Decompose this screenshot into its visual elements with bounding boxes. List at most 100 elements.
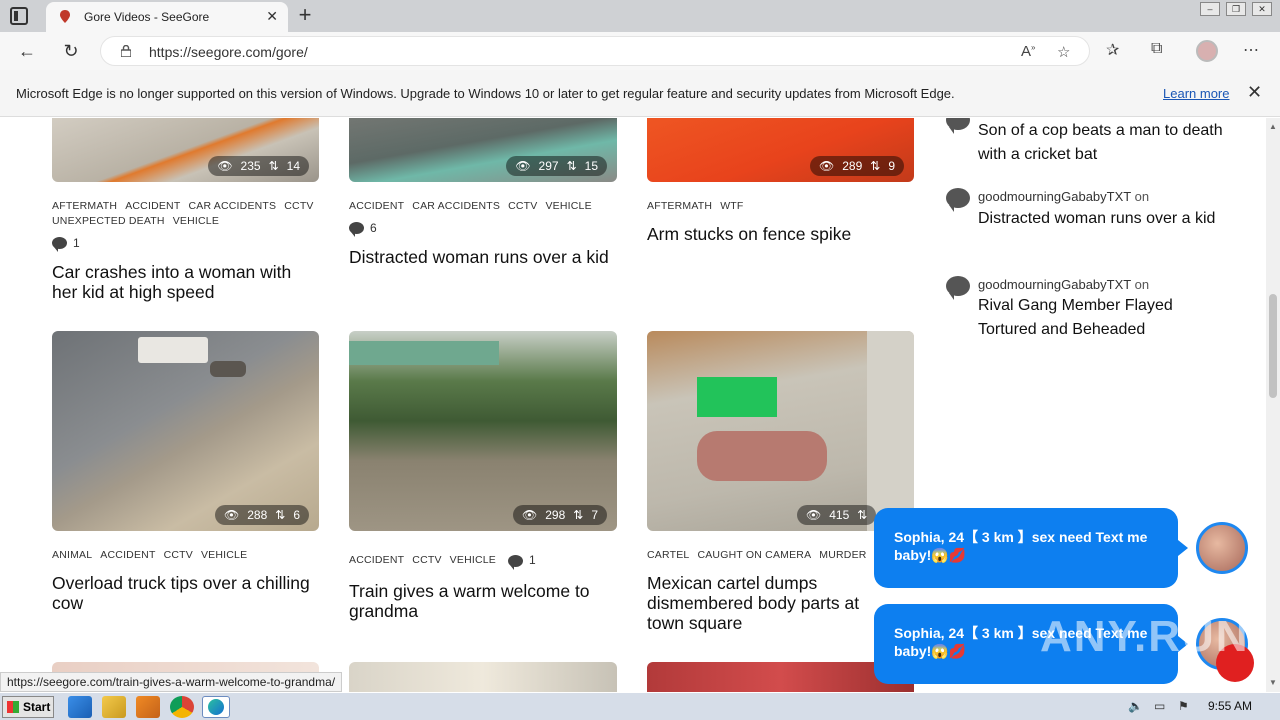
share-icon: ⇅ [870, 159, 881, 173]
close-infobar-icon[interactable]: ✕ [1247, 82, 1262, 103]
close-tab-icon[interactable]: ✕ [266, 8, 278, 25]
infobar-message: Microsoft Edge is no longer supported on… [16, 86, 955, 101]
tab-title: Gore Videos - SeeGore [84, 10, 210, 24]
share-icon: ⇅ [566, 159, 577, 173]
post-title[interactable]: Car crashes into a woman with her kid at… [52, 262, 317, 302]
post-thumbnail[interactable]: 👁 415 ⇅ [647, 331, 914, 531]
edge-icon[interactable] [202, 696, 230, 718]
back-icon[interactable]: ← [16, 40, 38, 62]
share-icon: ⇅ [275, 508, 286, 522]
chat-avatar[interactable] [1196, 522, 1248, 574]
post-thumbnail[interactable] [349, 662, 617, 692]
eye-icon: 👁 [521, 508, 538, 522]
post-thumbnail[interactable]: 👁 297 ⇅ 15 [349, 118, 617, 182]
comment-count[interactable]: 6 [349, 221, 377, 237]
green-object-shape [697, 377, 777, 417]
ie-icon[interactable] [68, 696, 92, 718]
sidebar-comment-user: goodmourningGababyTXT on [978, 277, 1150, 292]
profile-avatar[interactable] [1196, 40, 1218, 62]
truck-shape [138, 337, 208, 363]
post-stats: 👁 297 ⇅ 15 [506, 156, 607, 176]
more-menu-icon[interactable]: ⋯ [1243, 40, 1259, 60]
flag-icon[interactable]: ⚑ [1178, 699, 1189, 713]
status-url: https://seegore.com/train-gives-a-warm-w… [0, 672, 343, 692]
comment-count[interactable]: 1 [52, 236, 80, 252]
lock-icon [121, 45, 131, 57]
share-icon: ⇅ [268, 159, 279, 173]
media-player-icon[interactable] [136, 696, 160, 718]
post-stats: 👁 415 ⇅ [797, 505, 877, 525]
share-icon: ⇅ [573, 508, 584, 522]
comment-icon [946, 188, 970, 212]
address-bar[interactable]: https://seegore.com/gore/ A» ☆ [100, 36, 1090, 66]
tab-strip: Gore Videos - SeeGore ✕ + – ❐ ✕ [0, 0, 1280, 32]
add-favorite-icon[interactable]: ☆ [1057, 43, 1070, 61]
chrome-icon[interactable] [170, 696, 194, 718]
sidebar-comment-post-title[interactable]: Rival Gang Member Flayed Tortured and Be… [978, 294, 1228, 342]
scroll-down-icon[interactable]: ▼ [1269, 678, 1277, 687]
read-aloud-icon[interactable]: A» [1021, 43, 1035, 60]
post-stats: 👁 298 ⇅ 7 [512, 505, 607, 525]
share-icon: ⇅ [857, 508, 868, 522]
post-stats: 👁 235 ⇅ 14 [208, 156, 309, 176]
eye-icon: 👁 [515, 159, 531, 173]
sidebar-comment-post-title[interactable]: Distracted woman runs over a kid [978, 207, 1228, 231]
url-text: https://seegore.com/gore/ [149, 44, 308, 60]
page-scrollbar[interactable]: ▲ ▼ [1266, 118, 1280, 692]
person-shape [867, 331, 914, 531]
post-title[interactable]: Mexican cartel dumps dismembered body pa… [647, 573, 887, 633]
debris-shape [697, 431, 827, 481]
refresh-icon[interactable]: ↻ [60, 40, 82, 62]
post-title[interactable]: Distracted woman runs over a kid [349, 247, 611, 267]
minimize-icon[interactable]: – [1200, 2, 1220, 16]
post-tags: ACCIDENT CCTV VEHICLE 1 [349, 553, 536, 570]
post-thumbnail[interactable]: 👁 288 ⇅ 6 [52, 331, 319, 531]
eye-icon: 👁 [806, 508, 822, 522]
restore-icon[interactable]: ❐ [1226, 2, 1246, 16]
tab-actions-icon[interactable] [10, 7, 28, 25]
sidebar-comment-user: goodmourningGababyTXT on [978, 189, 1150, 204]
post-title[interactable]: Overload truck tips over a chilling cow [52, 573, 317, 613]
post-thumbnail[interactable]: 👁 235 ⇅ 14 [52, 118, 319, 182]
roof-shape [349, 341, 499, 365]
post-thumbnail[interactable]: 👁 298 ⇅ 7 [349, 331, 617, 531]
post-thumbnail[interactable]: 👁 289 ⇅ 9 [647, 118, 914, 182]
close-window-icon[interactable]: ✕ [1252, 2, 1272, 16]
sidebar-comment-post-title[interactable]: Son of a cop beats a man to death with a… [978, 119, 1228, 167]
post-stats: 👁 288 ⇅ 6 [214, 505, 309, 525]
post-tags: AFTERMATH WTF [647, 200, 744, 212]
post-tags: AFTERMATH ACCIDENT CAR ACCIDENTS CCTV UNEXPE… [52, 200, 314, 227]
windows-logo-icon [7, 701, 19, 713]
comment-icon [946, 118, 970, 134]
chat-popup[interactable]: Sophia, 24【 3 km 】sex need Text me baby!… [874, 508, 1188, 588]
new-tab-icon[interactable]: + [294, 4, 316, 26]
comment-icon [349, 222, 364, 237]
comment-icon [946, 276, 970, 300]
scrollbar-thumb[interactable] [1269, 294, 1277, 398]
unsupported-os-infobar: Microsoft Edge is no longer supported on… [0, 70, 1280, 117]
taskbar: Start 🔈 ▭ ⚑ 9:55 AM [0, 692, 1280, 720]
volume-icon[interactable]: 🔈 [1128, 699, 1143, 713]
post-stats: 👁 289 ⇅ 9 [809, 156, 904, 176]
start-button[interactable]: Start [2, 696, 54, 718]
comment-icon [52, 237, 67, 252]
explorer-icon[interactable] [102, 696, 126, 718]
cow-shape [210, 361, 246, 377]
learn-more-link[interactable]: Learn more [1163, 86, 1229, 101]
eye-icon: 👁 [223, 508, 240, 522]
post-tags: CARTELCAUGHT ON CAMERAMURDERW [647, 549, 885, 561]
post-tags: ACCIDENT CAR ACCIDENTS CCTV VEHICLE [349, 200, 592, 212]
post-title[interactable]: Arm stucks on fence spike [647, 224, 912, 244]
scroll-up-icon[interactable]: ▲ [1269, 122, 1277, 131]
favorites-icon[interactable]: ✰ [1106, 40, 1119, 60]
navigation-bar: ← ↻ https://seegore.com/gore/ A» ☆ ✰ ⧉ ⋯ [0, 32, 1280, 70]
network-icon[interactable]: ▭ [1154, 699, 1165, 713]
window-controls: – ❐ ✕ [1200, 2, 1272, 16]
clock: 9:55 AM [1208, 699, 1253, 713]
favicon-icon [60, 10, 70, 23]
post-title[interactable]: Train gives a warm welcome to grandma [349, 581, 614, 621]
browser-tab[interactable]: Gore Videos - SeeGore ✕ [46, 2, 288, 32]
eye-icon: 👁 [818, 159, 835, 173]
eye-icon: 👁 [217, 159, 233, 173]
collections-icon[interactable]: ⧉ [1151, 40, 1162, 58]
